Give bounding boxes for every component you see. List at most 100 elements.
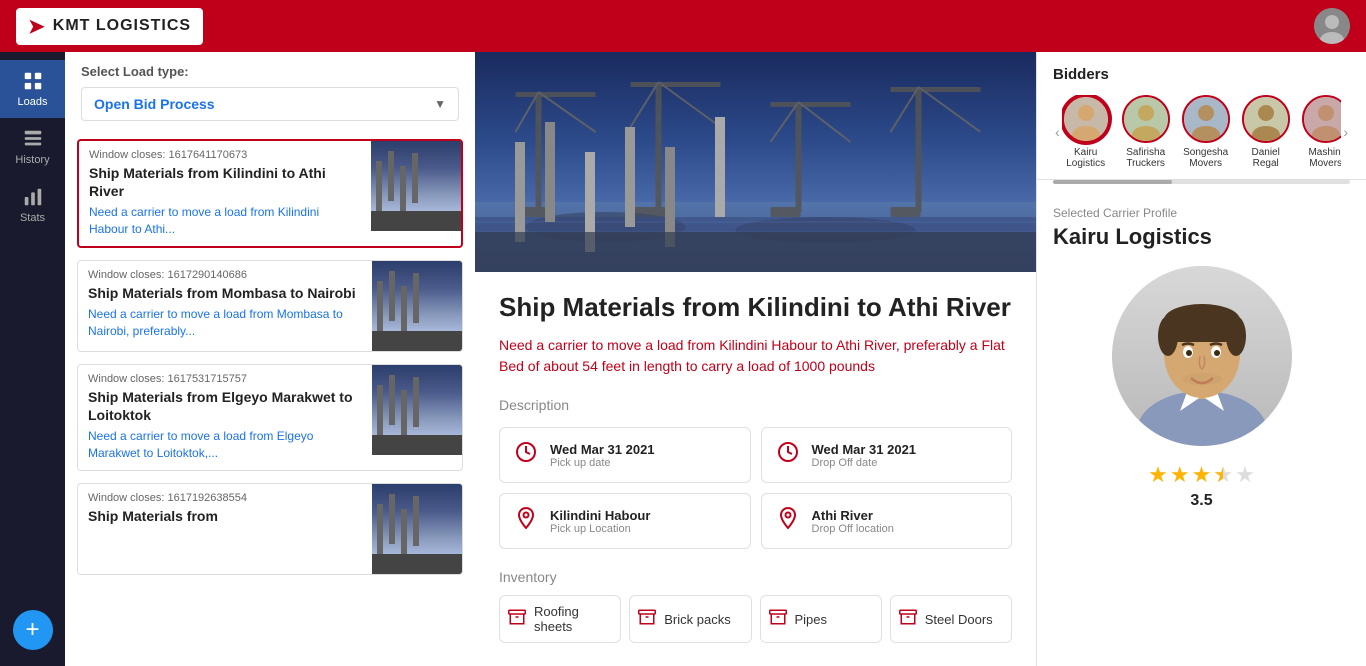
bidder-4-name: Daniel Regal [1242, 147, 1290, 169]
box-icon-1 [508, 608, 526, 631]
box-icon-2 [638, 608, 656, 631]
logo[interactable]: ➤ KMT LOGISTICS [16, 8, 203, 45]
load-card-2-desc: Need a carrier to move a load from Momba… [88, 306, 362, 340]
chevron-down-icon: ▼ [434, 97, 446, 111]
scroll-left-icon[interactable]: ‹ [1053, 120, 1062, 144]
load-card-1-title: Ship Materials from Kilindini to Athi Ri… [89, 164, 361, 200]
bidder-1[interactable]: Kairu Logistics [1062, 95, 1110, 169]
clock-icon-2 [776, 440, 800, 470]
bidder-5-avatar [1302, 95, 1342, 143]
inventory-item-1-label: Roofing sheets [534, 604, 612, 634]
carrier-photo [1112, 266, 1292, 446]
sidebar-item-history[interactable]: History [0, 118, 65, 176]
stars: ★ ★ ★ ★★ ★ [1148, 462, 1255, 488]
load-card-1-content: Window closes: 1617641170673 Ship Materi… [79, 141, 371, 246]
inventory-item-2: Brick packs [629, 595, 751, 643]
bidder-3-avatar [1182, 95, 1230, 143]
load-type-dropdown[interactable]: Open Bid Process ▼ [81, 87, 459, 121]
pin-icon-2 [776, 506, 800, 536]
box-icon-4 [899, 608, 917, 631]
load-card-2-window: Window closes: 1617290140686 [88, 269, 362, 281]
carrier-name: Kairu Logistics [1053, 224, 1350, 250]
load-card-3-title: Ship Materials from Elgeyo Marakwet to L… [88, 388, 362, 424]
bidder-3[interactable]: Songesha Movers [1182, 95, 1230, 169]
bidder-2-name: Safirisha Truckers [1122, 147, 1170, 169]
scroll-right-icon[interactable]: › [1341, 120, 1350, 144]
hero-port-svg [475, 52, 1036, 272]
bidder-3-name: Songesha Movers [1182, 147, 1230, 169]
pickup-location-value: Kilindini Habour [550, 508, 650, 523]
select-load-type-label: Select Load type: [65, 52, 475, 87]
pickup-location-sub: Pick up Location [550, 523, 650, 535]
pickup-date-info: Wed Mar 31 2021 Pick up date [550, 442, 655, 469]
bidder-4[interactable]: Daniel Regal [1242, 95, 1290, 169]
pickup-location-info: Kilindini Habour Pick up Location [550, 508, 650, 535]
bidder-2[interactable]: Safirisha Truckers [1122, 95, 1170, 169]
pickup-date-card: Wed Mar 31 2021 Pick up date [499, 427, 751, 483]
inventory-item-4: Steel Doors [890, 595, 1012, 643]
sidebar-loads-label: Loads [18, 96, 48, 108]
pin-icon-1 [514, 506, 538, 536]
dropoff-location-value: Athi River [812, 508, 894, 523]
load-card-2-thumb [372, 261, 462, 351]
center-panel: Ship Materials from Kilindini to Athi Ri… [475, 52, 1036, 666]
left-panel: Select Load type: Open Bid Process ▼ Win… [65, 52, 475, 666]
sidebar-item-stats[interactable]: Stats [0, 176, 65, 234]
logo-text: KMT LOGISTICS [53, 17, 191, 35]
bidder-2-avatar [1122, 95, 1170, 143]
hero-image [475, 52, 1036, 272]
star-1: ★ [1148, 462, 1168, 488]
bidder-5[interactable]: Mashini Movers [1302, 95, 1342, 169]
bidder-5-avatar-img [1304, 97, 1342, 141]
load-card-1[interactable]: Window closes: 1617641170673 Ship Materi… [77, 139, 463, 248]
load-card-3[interactable]: Window closes: 1617531715757 Ship Materi… [77, 364, 463, 471]
main-title: Ship Materials from Kilindini to Athi Ri… [499, 292, 1012, 323]
bidder-4-avatar [1242, 95, 1290, 143]
inventory-item-4-label: Steel Doors [925, 612, 993, 627]
load-card-1-desc: Need a carrier to move a load from Kilin… [89, 204, 361, 238]
clock-icon-1 [514, 440, 538, 470]
inventory-item-3: Pipes [760, 595, 882, 643]
sidebar: Loads History Stats + [0, 52, 65, 666]
bidder-1-avatar [1062, 95, 1110, 143]
main-subtitle: Need a carrier to move a load from Kilin… [499, 335, 1012, 377]
sidebar-history-label: History [15, 154, 49, 166]
load-card-2-content: Window closes: 1617290140686 Ship Materi… [78, 261, 372, 351]
load-card-2[interactable]: Window closes: 1617290140686 Ship Materi… [77, 260, 463, 352]
load-card-1-thumb [371, 141, 461, 231]
highlight-kilindini: Kilindini [719, 337, 767, 353]
load-card-4-content: Window closes: 1617192638554 Ship Materi… [78, 484, 372, 574]
chart-icon [22, 186, 44, 208]
bidder-3-avatar-img [1184, 97, 1228, 141]
add-button[interactable]: + [13, 610, 53, 650]
inventory-item-3-label: Pipes [795, 612, 828, 627]
right-panel: Bidders ‹ Kairu Logi [1036, 52, 1366, 666]
load-card-3-desc: Need a carrier to move a load from Elgey… [88, 428, 362, 462]
description-label: Description [499, 397, 1012, 413]
user-avatar[interactable] [1314, 8, 1350, 44]
center-content: Ship Materials from Kilindini to Athi Ri… [475, 272, 1036, 663]
load-card-4-window: Window closes: 1617192638554 [88, 492, 362, 504]
avatar-icon [1314, 8, 1350, 44]
logo-arrow-icon: ➤ [28, 14, 45, 39]
bidders-section: Bidders ‹ Kairu Logi [1037, 52, 1366, 180]
pickup-location-card: Kilindini Habour Pick up Location [499, 493, 751, 549]
bidder-5-name: Mashini Movers [1302, 147, 1342, 169]
bidders-scroll: ‹ Kairu Logistics [1053, 95, 1350, 169]
bidders-scrollbar[interactable] [1053, 180, 1350, 184]
dropoff-location-card: Athi River Drop Off location [761, 493, 1013, 549]
load-card-4[interactable]: Window closes: 1617192638554 Ship Materi… [77, 483, 463, 575]
carrier-profile-title: Selected Carrier Profile [1053, 206, 1350, 220]
sidebar-item-loads[interactable]: Loads [0, 60, 65, 118]
dropoff-date-info: Wed Mar 31 2021 Drop Off date [812, 442, 917, 469]
load-card-3-window: Window closes: 1617531715757 [88, 373, 362, 385]
star-2: ★ [1170, 462, 1190, 488]
bidder-4-avatar-img [1244, 97, 1288, 141]
inventory-label: Inventory [499, 569, 1012, 585]
dropoff-date-value: Wed Mar 31 2021 [812, 442, 917, 457]
dropoff-location-sub: Drop Off location [812, 523, 894, 535]
star-3: ★ [1192, 462, 1212, 488]
subtitle-text: Need a carrier to move a load from [499, 337, 719, 353]
pickup-date-sub: Pick up date [550, 457, 655, 469]
description-cards: Wed Mar 31 2021 Pick up date Wed Mar 31 … [499, 427, 1012, 549]
